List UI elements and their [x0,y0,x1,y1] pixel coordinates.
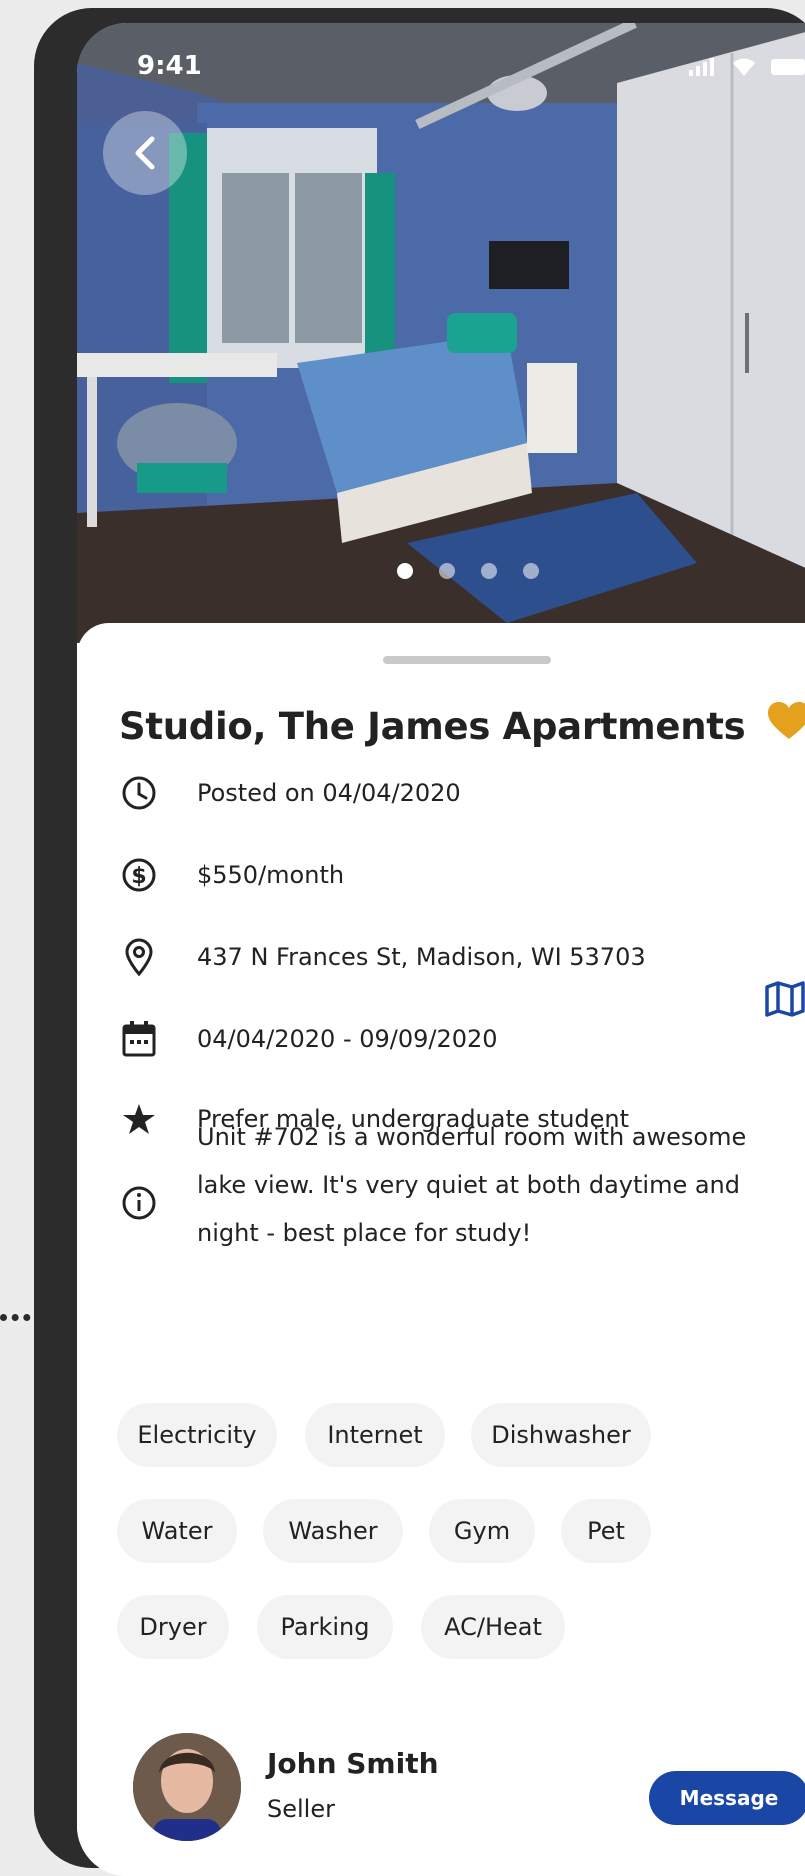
amenity-chip[interactable]: Dryer [117,1595,229,1659]
clock-icon [119,773,159,813]
signal-icon [689,58,717,80]
amenity-chip[interactable]: Dishwasher [471,1403,651,1467]
posted-date: Posted on 04/04/2020 [197,779,461,807]
dates-row: 04/04/2020 - 09/09/2020 [119,1019,498,1059]
amenity-chip[interactable]: Water [117,1499,237,1563]
status-icons [689,56,805,80]
avatar[interactable] [133,1733,241,1841]
room-illustration [77,23,805,643]
amenity-chip[interactable]: Pet [561,1499,651,1563]
seller-name: John Smith [267,1747,439,1780]
page-dot[interactable] [397,563,413,579]
amenity-chip[interactable]: AC/Heat [421,1595,565,1659]
page-dot[interactable] [439,563,455,579]
room-photo[interactable]: 9:41 [77,23,805,643]
amenity-chip[interactable]: Internet [305,1403,445,1467]
map-icon [765,981,805,1017]
address: 437 N Frances St, Madison, WI 53703 [197,943,646,971]
address-row: 437 N Frances St, Madison, WI 53703 [119,937,646,977]
status-time: 9:41 [137,51,202,81]
listing-title: Studio, The James Apartments [119,705,746,748]
screen: 9:41 Studio, The James Apartments Posted… [77,23,805,1876]
price-row: $ $550/month [119,855,344,895]
posted-row: Posted on 04/04/2020 [119,773,461,813]
chevron-left-icon [135,136,155,170]
amenity-chip[interactable]: Washer [263,1499,403,1563]
svg-text:$: $ [131,864,146,889]
star-icon [119,1099,159,1139]
favorite-button[interactable] [767,701,805,745]
drag-handle[interactable] [383,656,551,664]
message-button[interactable]: Message [649,1771,805,1825]
seller-role: Seller [267,1795,335,1823]
gallery-page-indicator [397,563,539,579]
amenity-chip[interactable]: Parking [257,1595,393,1659]
battery-icon [771,58,805,80]
page-dot[interactable] [523,563,539,579]
phone-frame: 9:41 Studio, The James Apartments Posted… [34,8,805,1876]
page-dot[interactable] [481,563,497,579]
dollar-icon: $ [119,855,159,895]
description-row [119,1183,159,1223]
amenity-chip[interactable]: Gym [429,1499,535,1563]
heart-icon [768,702,805,739]
map-button[interactable] [765,981,805,1021]
price: $550/month [197,861,345,889]
wifi-icon [731,56,757,80]
calendar-icon [119,1019,159,1059]
preference-row: Prefer male, undergraduate student [119,1099,629,1139]
location-pin-icon [119,937,159,977]
availability-dates: 04/04/2020 - 09/09/2020 [197,1025,498,1053]
listing-description: Unit #702 is a wonderful room with aweso… [197,1123,747,1247]
back-button[interactable] [103,111,187,195]
amenity-chip[interactable]: Electricity [117,1403,277,1467]
info-icon [119,1183,159,1223]
